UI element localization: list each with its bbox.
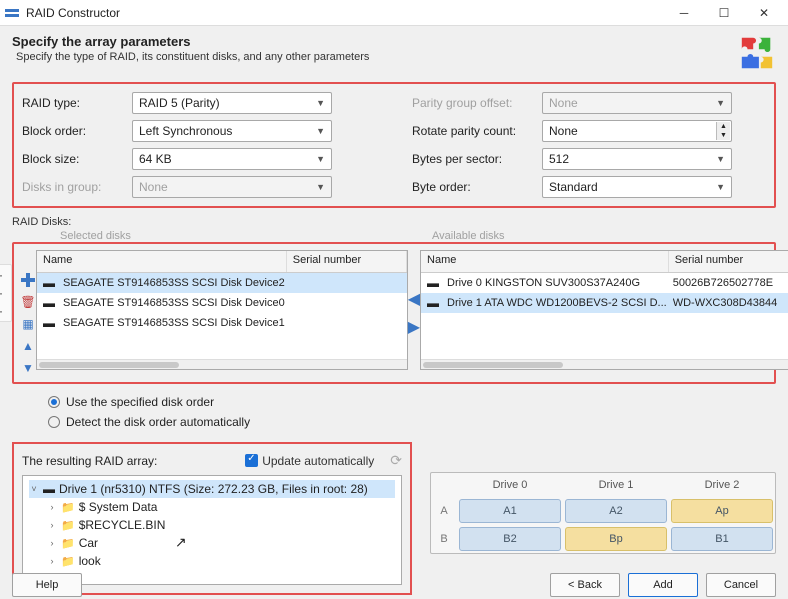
radio-auto-detect[interactable]: Detect the disk order automatically <box>48 412 776 432</box>
back-button[interactable]: < Back <box>550 573 620 597</box>
puzzle-icon <box>738 34 776 72</box>
layout-cell: Bp <box>565 527 667 551</box>
byte-order-label: Byte order: <box>412 180 542 194</box>
layout-row: AA1A2Ap <box>431 497 775 525</box>
cancel-button[interactable]: Cancel <box>706 573 776 597</box>
expand-icon[interactable]: › <box>47 538 57 548</box>
disk-icon: ▬ <box>427 296 441 310</box>
raid-type-label: RAID type: <box>22 96 132 110</box>
list-item[interactable]: ▬SEAGATE ST9146853SS SCSI Disk Device2 <box>37 273 407 293</box>
maximize-button[interactable]: ☐ <box>704 0 744 26</box>
h-scrollbar[interactable] <box>37 359 407 369</box>
layout-header: Drive 1 <box>563 473 669 497</box>
layout-cell: Ap <box>671 499 773 523</box>
parity-offset-label: Parity group offset: <box>412 96 542 110</box>
page-title: Specify the array parameters <box>12 34 738 49</box>
close-button[interactable]: ✕ <box>744 0 784 26</box>
layout-header: Drive 2 <box>669 473 775 497</box>
side-toolbar: · · · <box>0 264 12 322</box>
collapse-icon[interactable]: ˅ <box>29 484 39 494</box>
chevron-down-icon: ▼ <box>316 98 325 108</box>
bytes-sector-combo[interactable]: 512▼ <box>542 148 732 170</box>
spin-down-icon[interactable]: ▼ <box>716 131 730 140</box>
layout-cell: B1 <box>671 527 773 551</box>
folder-icon: 📁 <box>61 519 75 532</box>
move-down-icon[interactable]: ▼ <box>20 360 36 376</box>
disk-icon: ▬ <box>43 316 57 330</box>
result-tree[interactable]: ˅ ▬ Drive 1 (nr5310) NTFS (Size: 272.23 … <box>22 475 402 585</box>
move-right-icon[interactable]: ▶ <box>408 317 420 337</box>
tree-item[interactable]: ›📁Car <box>29 534 395 552</box>
folder-icon: 📁 <box>61 501 75 514</box>
radio-specified-order[interactable]: Use the specified disk order <box>48 392 776 412</box>
app-icon <box>4 5 20 21</box>
refresh-icon[interactable]: ⟳ <box>390 452 402 469</box>
window-title: RAID Constructor <box>26 6 664 20</box>
update-auto-checkbox[interactable]: Update automatically <box>245 454 374 468</box>
list-item[interactable]: ▬Drive 1 ATA WDC WD1200BEVS-2 SCSI D...W… <box>421 293 788 313</box>
selected-disks-label: Selected disks <box>12 230 312 242</box>
result-label: The resulting RAID array: <box>22 454 157 468</box>
disk-icon: ▬ <box>43 276 57 290</box>
raid-type-combo[interactable]: RAID 5 (Parity)▼ <box>132 92 332 114</box>
tree-item[interactable]: ›📁$RECYCLE.BIN <box>29 516 395 534</box>
spin-up-icon[interactable]: ▲ <box>716 122 730 131</box>
block-order-combo[interactable]: Left Synchronous▼ <box>132 120 332 142</box>
rotate-parity-label: Rotate parity count: <box>412 124 542 138</box>
titlebar: RAID Constructor ─ ☐ ✕ <box>0 0 788 26</box>
list-item[interactable]: ▬Drive 0 KINGSTON SUV300S37A240G50026B72… <box>421 273 788 293</box>
block-order-label: Block order: <box>22 124 132 138</box>
disks-group-combo: None▼ <box>132 176 332 198</box>
delete-disk-icon[interactable]: 🗑 <box>20 294 36 310</box>
col-serial-header[interactable]: Serial number <box>287 251 407 272</box>
byte-order-combo[interactable]: Standard▼ <box>542 176 732 198</box>
tree-root[interactable]: ˅ ▬ Drive 1 (nr5310) NTFS (Size: 272.23 … <box>29 480 395 498</box>
folder-icon: 📁 <box>61 537 75 550</box>
help-button[interactable]: Help <box>12 573 82 597</box>
add-disk-icon[interactable] <box>20 272 36 288</box>
tree-item[interactable]: ›📁look <box>29 552 395 570</box>
layout-cell: A2 <box>565 499 667 523</box>
layout-cell: B2 <box>459 527 561 551</box>
list-item[interactable]: ▬SEAGATE ST9146853SS SCSI Disk Device0 <box>37 293 407 313</box>
disk-tools: 🗑 ▦ ▲ ▼ <box>20 250 36 376</box>
tree-item[interactable]: ›📁$ System Data <box>29 498 395 516</box>
block-size-combo[interactable]: 64 KB▼ <box>132 148 332 170</box>
bytes-sector-label: Bytes per sector: <box>412 152 542 166</box>
minimize-button[interactable]: ─ <box>664 0 704 26</box>
layout-header: Drive 0 <box>457 473 563 497</box>
disks-group-label: Disks in group: <box>22 180 132 194</box>
rotate-parity-spinner[interactable]: None▲▼ <box>542 120 732 142</box>
h-scrollbar[interactable] <box>421 359 788 369</box>
available-disks-list[interactable]: Name Serial number ▬Drive 0 KINGSTON SUV… <box>420 250 788 370</box>
disk-icon: ▬ <box>427 276 441 290</box>
side-tool-3[interactable]: · <box>0 303 9 319</box>
parity-offset-combo: None▼ <box>542 92 732 114</box>
side-tool-1[interactable]: · <box>0 267 9 283</box>
page-subtitle: Specify the type of RAID, its constituen… <box>12 51 738 63</box>
disks-panel: 🗑 ▦ ▲ ▼ Name Serial number ▬SEAGATE ST91… <box>12 242 776 384</box>
disk-icon: ▬ <box>43 296 57 310</box>
folder-icon: 📁 <box>61 555 75 568</box>
move-up-icon[interactable]: ▲ <box>20 338 36 354</box>
expand-icon[interactable]: › <box>47 520 57 530</box>
block-size-label: Block size: <box>22 152 132 166</box>
layout-row: BB2BpB1 <box>431 525 775 553</box>
add-button[interactable]: Add <box>628 573 698 597</box>
selected-disks-list[interactable]: Name Serial number ▬SEAGATE ST9146853SS … <box>36 250 408 370</box>
col-name-header[interactable]: Name <box>37 251 287 272</box>
raid-disks-label: RAID Disks: <box>12 216 776 228</box>
drive-icon: ▬ <box>43 482 55 496</box>
layout-cell: A1 <box>459 499 561 523</box>
move-left-icon[interactable]: ◀ <box>408 289 420 309</box>
expand-icon[interactable]: › <box>47 502 57 512</box>
side-tool-2[interactable]: · <box>0 285 9 301</box>
expand-icon[interactable]: › <box>47 556 57 566</box>
edit-disk-icon[interactable]: ▦ <box>20 316 36 332</box>
list-item[interactable]: ▬SEAGATE ST9146853SS SCSI Disk Device1 <box>37 313 407 333</box>
available-disks-label: Available disks <box>432 230 505 242</box>
params-panel: RAID type: RAID 5 (Parity)▼ Parity group… <box>12 82 776 208</box>
